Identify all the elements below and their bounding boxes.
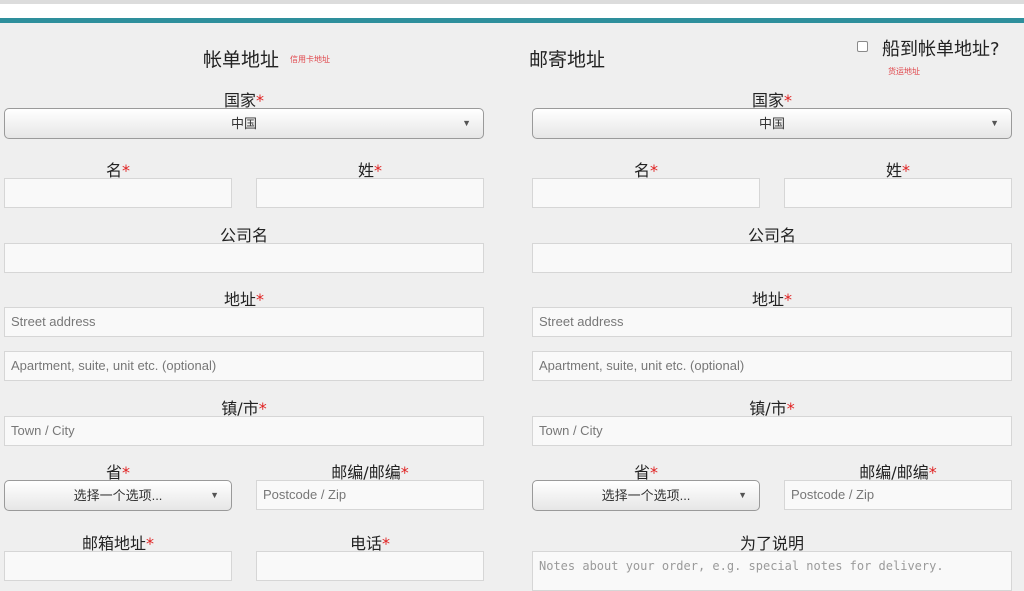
shipping-country-select[interactable]: 中国 ▼	[532, 108, 1012, 139]
billing-section: 帐单地址 信用卡地址 国家* 中国 ▼ 名* 姓* 公司名 地址* Street…	[0, 23, 488, 588]
shipping-apartment-field[interactable]: Apartment, suite, unit etc. (optional)	[532, 351, 1012, 381]
billing-state-value: 选择一个选项...	[73, 488, 163, 503]
chevron-down-icon: ▼	[210, 490, 219, 500]
billing-subnote: 信用卡地址	[290, 55, 330, 64]
billing-company-field[interactable]	[4, 243, 484, 273]
shipping-postcode-field[interactable]: Postcode / Zip	[784, 480, 1012, 510]
billing-country-value: 中国	[230, 116, 257, 131]
billing-phone-field[interactable]	[256, 551, 484, 581]
shipping-country-value: 中国	[758, 116, 785, 131]
shipping-subnote: 货运地址	[888, 67, 920, 76]
billing-postcode-field[interactable]: Postcode / Zip	[256, 480, 484, 510]
shipping-city-field[interactable]: Town / City	[532, 416, 1012, 446]
top-strip	[0, 4, 1024, 18]
billing-state-select[interactable]: 选择一个选项... ▼	[4, 480, 232, 511]
billing-street-field[interactable]: Street address	[4, 307, 484, 337]
ship-to-billing-label[interactable]: 船到帐单地址?	[882, 35, 1000, 61]
billing-first-name-field[interactable]	[4, 178, 232, 208]
billing-apartment-field[interactable]: Apartment, suite, unit etc. (optional)	[4, 351, 484, 381]
billing-country-select[interactable]: 中国 ▼	[4, 108, 484, 139]
chevron-down-icon: ▼	[990, 118, 999, 128]
billing-city-field[interactable]: Town / City	[4, 416, 484, 446]
shipping-section: 邮寄地址 船到帐单地址? 货运地址 国家* 中国 ▼ 名* 姓* 公司名 地址*…	[528, 23, 1016, 591]
shipping-last-name-field[interactable]	[784, 178, 1012, 208]
billing-email-field[interactable]	[4, 551, 232, 581]
ship-to-billing-checkbox[interactable]	[857, 41, 868, 52]
shipping-notes-textarea[interactable]: Notes about your order, e.g. special not…	[532, 551, 1012, 591]
shipping-state-value: 选择一个选项...	[601, 488, 691, 503]
shipping-first-name-field[interactable]	[532, 178, 760, 208]
shipping-heading: 邮寄地址	[529, 49, 606, 71]
billing-last-name-field[interactable]	[256, 178, 484, 208]
shipping-state-select[interactable]: 选择一个选项... ▼	[532, 480, 760, 511]
shipping-company-field[interactable]	[532, 243, 1012, 273]
shipping-street-field[interactable]: Street address	[532, 307, 1012, 337]
billing-heading: 帐单地址	[203, 49, 280, 71]
chevron-down-icon: ▼	[462, 118, 471, 128]
chevron-down-icon: ▼	[738, 490, 747, 500]
